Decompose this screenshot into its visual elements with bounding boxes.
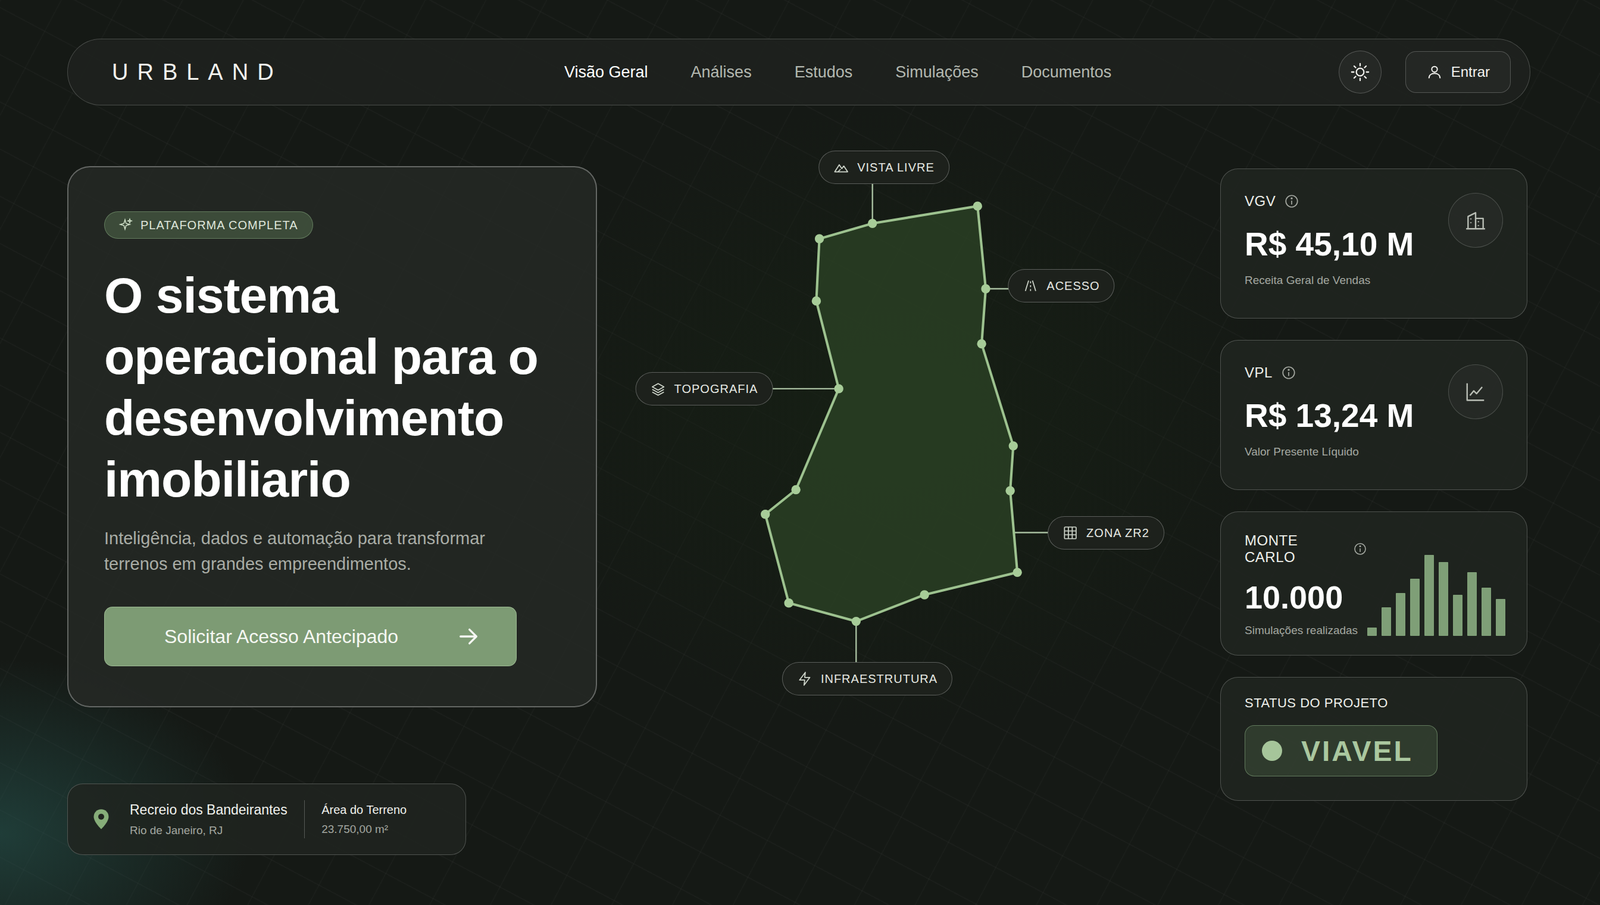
area-value: 23.750,00 m² [321, 822, 407, 836]
logo[interactable]: URBLAND [111, 59, 339, 86]
login-label: Entrar [1451, 63, 1490, 81]
boundary-vertex [851, 616, 861, 626]
histogram-bar [1481, 587, 1492, 636]
histogram-bar [1452, 594, 1463, 636]
map-label-text: VISTA LIVRE [857, 160, 935, 175]
hero-subtitle: Inteligência, dados e automação para tra… [104, 525, 521, 577]
boundary-vertex [1005, 486, 1015, 496]
boundary-vertex [760, 509, 770, 519]
map-label[interactable]: TOPOGRAFIA [635, 372, 774, 406]
histogram-bar [1381, 607, 1392, 636]
boundary-vertex [973, 201, 983, 211]
boundary-vertex [791, 485, 800, 495]
nav-link[interactable]: Análises [691, 63, 752, 82]
boundary-vertex [811, 296, 821, 306]
metric-label: VGV [1244, 192, 1276, 210]
nav-links: Visão Geral Análises Estudos Simulações Docu… [338, 63, 1339, 82]
map-label[interactable]: ZONA ZR2 [1047, 516, 1165, 550]
divider [304, 800, 306, 839]
map-label[interactable]: INFRAESTRUTURA [782, 661, 953, 696]
location-card: Recreio dos Bandeirantes Rio de Janeiro, … [67, 783, 467, 855]
sun-icon [1350, 61, 1371, 83]
boundary-vertex [976, 339, 986, 349]
nav-link[interactable]: Documentos [1021, 63, 1112, 82]
simulation-caption: Simulações realizadas [1244, 623, 1368, 637]
location-city: Rio de Janeiro, RJ [129, 823, 288, 837]
metric-value: R$ 13,24 M [1244, 396, 1414, 435]
bolt-icon [797, 670, 813, 687]
map-label-text: ZONA ZR2 [1086, 526, 1150, 540]
histogram-bar [1495, 598, 1506, 636]
metric-caption: Valor Presente Líquido [1244, 445, 1414, 459]
map-label[interactable]: ACESSO [1007, 269, 1115, 303]
area-label: Área do Terreno [321, 802, 407, 817]
histogram-bar [1395, 592, 1406, 636]
boundary-vertex [867, 219, 877, 228]
map-label-text: INFRAESTRUTURA [820, 672, 938, 686]
metric-card: VPL R$ 13,24 M Valor Presente Líquido [1220, 339, 1528, 490]
histogram-bar [1424, 554, 1434, 636]
histogram-bar [1467, 572, 1477, 636]
map-label-text: TOPOGRAFIA [674, 382, 759, 396]
road-icon [1022, 277, 1039, 294]
status-label: STATUS DO PROJETO [1244, 695, 1389, 711]
nav-link[interactable]: Simulações [895, 63, 979, 82]
layers-icon [650, 380, 667, 397]
status-dot [1261, 740, 1283, 761]
arrow-right-icon [456, 624, 481, 649]
hero-title: O sistema operacional para o desenvolvim… [104, 264, 578, 511]
mountain-icon [833, 159, 849, 175]
trend-chart-icon [1464, 380, 1487, 403]
info-icon[interactable] [1283, 193, 1300, 209]
plot-boundary [765, 205, 1018, 621]
sparkle-icon [119, 217, 134, 233]
user-icon [1426, 63, 1443, 81]
badge: PLATAFORMA COMPLETA [104, 211, 314, 239]
histogram-bar [1438, 561, 1449, 636]
nav-link[interactable]: Estudos [794, 63, 853, 82]
map-pin-icon [89, 805, 114, 833]
map-label-text: ACESSO [1046, 279, 1100, 293]
boundary-vertex [783, 598, 793, 608]
boundary-vertex [833, 383, 843, 393]
grid-icon [1062, 525, 1078, 541]
metric-label: VPL [1244, 364, 1273, 381]
status-value: VIAVEL [1301, 734, 1414, 768]
histogram-bar [1410, 578, 1420, 636]
metric-value: R$ 45,10 M [1244, 225, 1414, 264]
map-label[interactable]: VISTA LIVRE [818, 150, 950, 184]
metric-caption: Receita Geral de Vendas [1244, 273, 1414, 287]
nav-link[interactable]: Visão Geral [564, 63, 649, 82]
location-name: Recreio dos Bandeirantes [129, 801, 288, 818]
login-button[interactable]: Entrar [1405, 51, 1511, 93]
theme-toggle[interactable] [1338, 50, 1382, 94]
boundary-vertex [980, 283, 990, 293]
simulation-value: 10.000 [1244, 578, 1368, 616]
building-icon [1464, 208, 1487, 232]
nav-actions: Entrar [1338, 50, 1511, 94]
boundary-vertex [1008, 441, 1018, 450]
info-icon[interactable] [1280, 364, 1297, 381]
boundary-vertex [1012, 567, 1022, 577]
boundary-vertex [919, 589, 929, 599]
metric-card: VGV R$ 45,10 M Receita Geral de Vendas [1220, 168, 1528, 319]
histogram-bar [1367, 627, 1377, 636]
simulation-card: MONTE CARLO 10.000 Simulações realizadas [1220, 511, 1528, 656]
status-pill: VIAVEL [1244, 725, 1438, 777]
histogram [1367, 554, 1506, 636]
landing-page: VISTA LIVRE ACESSO TOPOGRAFIA ZONA ZR2 INFRA… [0, 0, 1600, 905]
info-icon[interactable] [1352, 541, 1368, 557]
top-nav: URBLAND Visão Geral Análises Estudos Simulaç… [67, 38, 1531, 106]
status-card: STATUS DO PROJETO VIAVEL [1220, 676, 1528, 801]
metric-icon-circle [1448, 192, 1503, 248]
hero-card: PLATAFORMA COMPLETA O sistema operacional… [67, 166, 598, 708]
metric-icon-circle [1448, 364, 1503, 420]
boundary-vertex [814, 233, 824, 243]
cta-button[interactable]: Solicitar Acesso Antecipado [104, 606, 517, 667]
simulation-label: MONTE CARLO [1244, 532, 1345, 566]
